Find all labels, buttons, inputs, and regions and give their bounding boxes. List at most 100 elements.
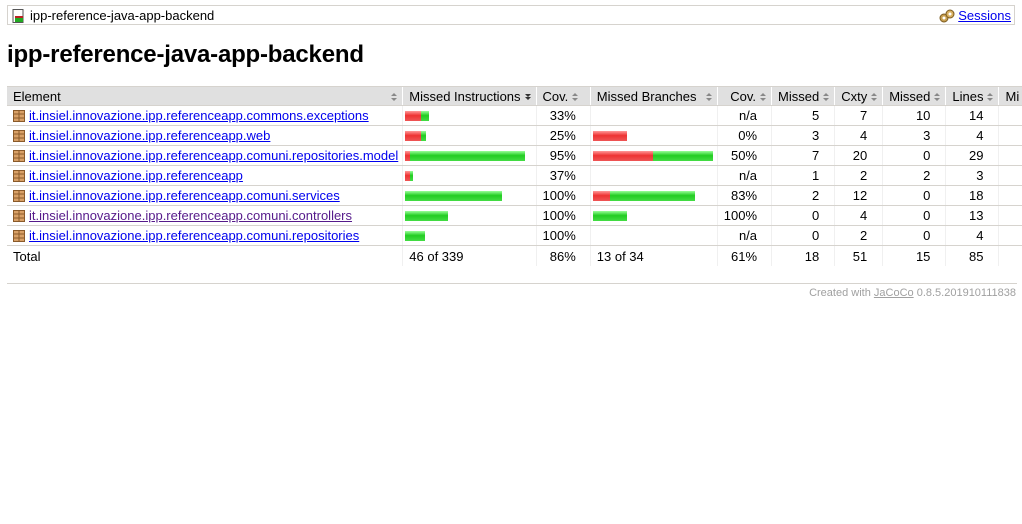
instructions-bar-cell (402, 205, 537, 226)
element: it.insiel.innovazione.ipp.referenceapp.c… (13, 228, 398, 243)
col-label: Missed Branches (596, 88, 697, 104)
package-link[interactable]: it.insiel.innovazione.ipp.referenceapp.c… (29, 148, 398, 163)
missed-bar (592, 150, 653, 161)
package-icon (13, 149, 25, 162)
sessions-link[interactable]: Sessions (958, 8, 1011, 23)
package-link[interactable]: it.insiel.innovazione.ipp.referenceapp.c… (29, 228, 359, 243)
lines-missed: 0 (882, 145, 946, 166)
coverage-bar (592, 150, 713, 161)
sort-icon (871, 93, 878, 102)
methods-missed (998, 205, 1022, 226)
instructions-bar-cell (402, 185, 537, 206)
table-row: it.insiel.innovazione.ipp.referenceapp.c… (7, 145, 1022, 166)
element: it.insiel.innovazione.ipp.referenceapp.c… (13, 208, 398, 223)
missed-bar (592, 190, 610, 201)
col-missed-instructions[interactable]: Missed Instructions (402, 86, 537, 106)
instr-cov: 95% (535, 145, 591, 166)
branches-bar-cell (589, 145, 718, 166)
element-cell: it.insiel.innovazione.ipp.referenceapp.c… (7, 145, 403, 166)
report-icon (12, 8, 24, 23)
element: it.insiel.innovazione.ipp.referenceapp (13, 168, 398, 183)
covered-bar (609, 190, 695, 201)
footer-prefix: Created with (809, 287, 874, 299)
total-instructions: 46 of 339 (402, 245, 537, 266)
cxty-missed: 5 (771, 105, 835, 126)
total-branch-cov: 61% (716, 245, 772, 266)
col-instr-cov[interactable]: Cov. (535, 86, 591, 106)
total-cxty-missed: 18 (771, 245, 835, 266)
total-lines: 85 (945, 245, 999, 266)
col-element[interactable]: Element (7, 86, 403, 106)
branch-cov: 83% (716, 185, 772, 206)
methods-missed (998, 105, 1022, 126)
sort-icon (987, 93, 994, 102)
col-cxty[interactable]: Cxty (834, 86, 883, 106)
covered-bar (410, 150, 526, 161)
coverage-table: Element Missed Instructions Cov. Missed … (7, 86, 1022, 266)
sessions-icon[interactable] (939, 9, 955, 23)
lines: 14 (945, 105, 999, 126)
sort-icon (391, 93, 398, 101)
jacoco-link[interactable]: JaCoCo (874, 287, 914, 299)
lines: 29 (945, 145, 999, 166)
package-link[interactable]: it.insiel.innovazione.ipp.referenceapp.w… (29, 128, 270, 143)
element-cell: it.insiel.innovazione.ipp.referenceapp.c… (7, 205, 403, 226)
table-header: Element Missed Instructions Cov. Missed … (7, 86, 1022, 106)
col-label: Cov. (730, 88, 757, 104)
col-missed-branches[interactable]: Missed Branches (589, 86, 718, 106)
coverage-bar (593, 111, 713, 121)
covered-bar (405, 210, 449, 221)
col-label: Cov. (542, 88, 569, 104)
branch-cov: n/a (716, 225, 772, 246)
package-link[interactable]: it.insiel.innovazione.ipp.referenceapp.c… (29, 188, 340, 203)
col-label: Element (13, 88, 61, 104)
col-lines-missed[interactable]: Missed (882, 86, 946, 106)
element-cell: it.insiel.innovazione.ipp.referenceapp.c… (7, 225, 403, 246)
branches-bar-cell (589, 105, 718, 126)
col-lines[interactable]: Lines (945, 86, 999, 106)
branches-bar-cell (589, 125, 718, 146)
lines-missed: 0 (882, 185, 946, 206)
table-row: it.insiel.innovazione.ipp.referenceapp 37… (7, 165, 1022, 186)
instr-cov: 100% (535, 185, 591, 206)
element-cell: it.insiel.innovazione.ipp.referenceapp.c… (7, 185, 403, 206)
col-label: Lines (952, 88, 984, 104)
branch-cov: 100% (716, 205, 772, 226)
instructions-bar-cell (402, 225, 537, 246)
covered-bar (421, 110, 430, 121)
package-link[interactable]: it.insiel.innovazione.ipp.referenceapp.c… (29, 108, 369, 123)
instructions-bar-cell (402, 125, 537, 146)
branch-cov: 0% (716, 125, 772, 146)
package-icon (13, 109, 25, 122)
package-icon (13, 229, 25, 242)
col-methods-missed[interactable]: Mi (998, 86, 1022, 106)
package-link[interactable]: it.insiel.innovazione.ipp.referenceapp (29, 168, 243, 183)
covered-bar (410, 170, 414, 181)
col-cxty-missed[interactable]: Missed (771, 86, 835, 106)
package-icon (13, 189, 25, 202)
package-link[interactable]: it.insiel.innovazione.ipp.referenceapp.c… (29, 208, 352, 223)
cxty-missed: 0 (771, 225, 835, 246)
col-branch-cov[interactable]: Cov. (716, 86, 772, 106)
cxty-missed: 2 (771, 185, 835, 206)
lines-missed: 0 (882, 205, 946, 226)
cxty-missed: 0 (771, 205, 835, 226)
element-cell: it.insiel.innovazione.ipp.referenceapp (7, 165, 403, 186)
package-icon (13, 209, 25, 222)
col-label: Missed (778, 88, 820, 104)
lines-missed: 3 (882, 125, 946, 146)
cxty: 2 (834, 165, 883, 186)
covered-bar (592, 210, 627, 221)
instr-cov: 100% (535, 225, 591, 246)
table-row: it.insiel.innovazione.ipp.referenceapp.w… (7, 125, 1022, 146)
instr-cov: 37% (535, 165, 591, 186)
package-icon (13, 169, 25, 182)
instructions-bar-cell (402, 105, 537, 126)
total-label: Total (13, 248, 41, 264)
coverage-bar (405, 110, 531, 121)
footer: Created with JaCoCo 0.8.5.201910111838 (809, 287, 1016, 299)
coverage-bar (405, 150, 531, 161)
cxty: 12 (834, 185, 883, 206)
missed-bar (405, 110, 422, 121)
table-row: it.insiel.innovazione.ipp.referenceapp.c… (7, 185, 1022, 206)
